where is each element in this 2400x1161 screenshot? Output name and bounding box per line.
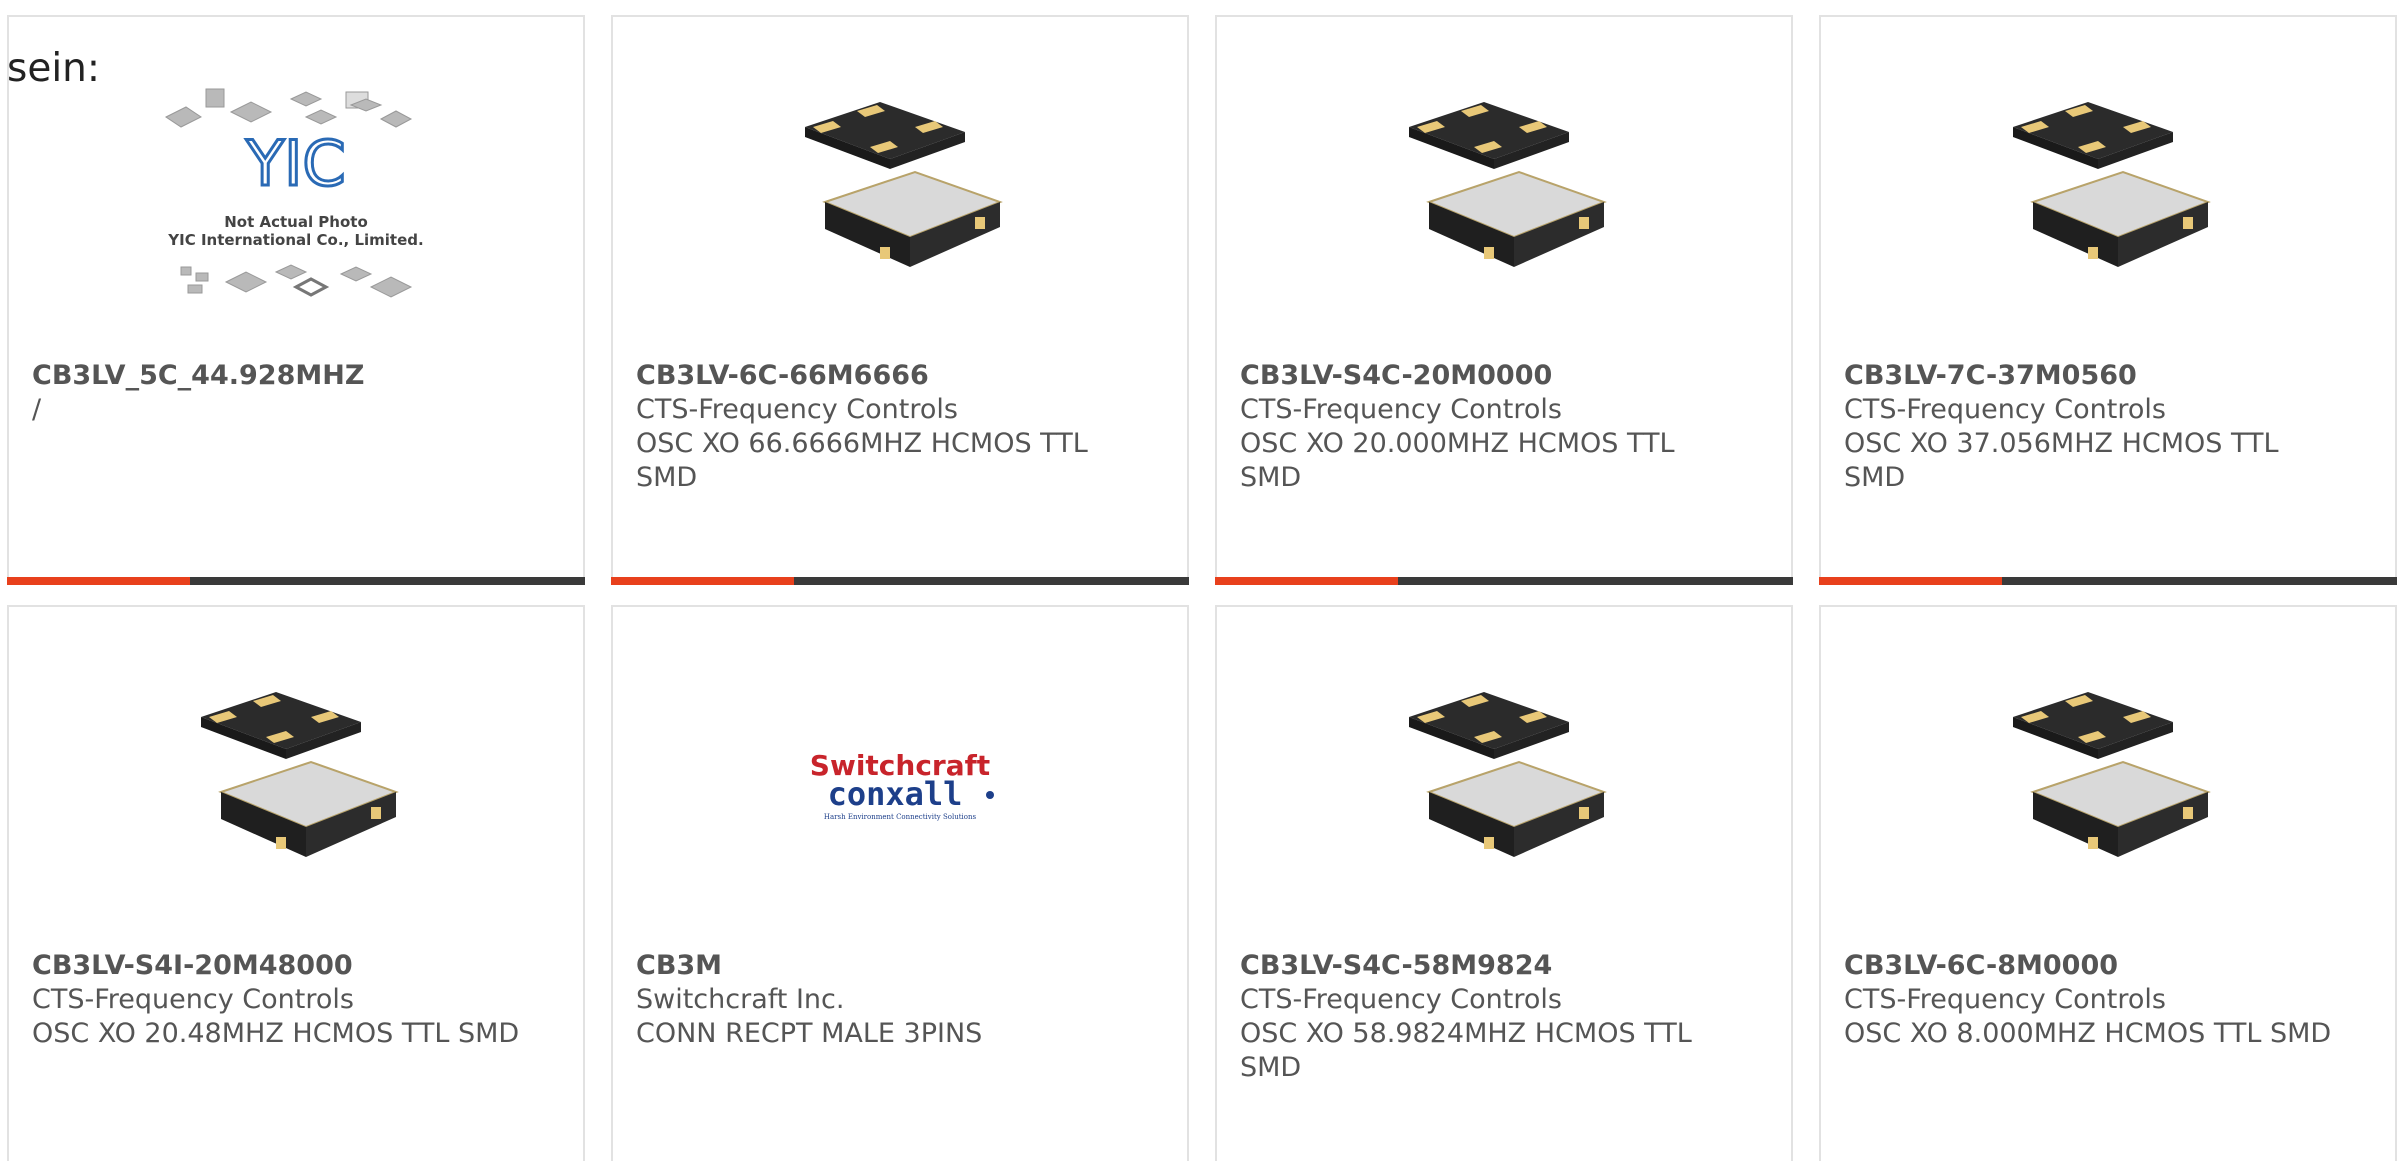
oscillator-chip-icon — [1409, 692, 1607, 857]
part-number[interactable]: CB3M — [636, 949, 1136, 983]
part-number[interactable]: CB3LV_5C_44.928MHZ — [32, 359, 532, 393]
part-number[interactable]: CB3LV-S4I-20M48000 — [32, 949, 532, 983]
manufacturer: CTS-Frequency Controls — [1240, 984, 1562, 1015]
part-number[interactable]: CB3LV-7C-37M0560 — [1844, 359, 2344, 393]
manufacturer: CTS-Frequency Controls — [1844, 394, 2166, 425]
manufacturer: CTS-Frequency Controls — [1240, 394, 1562, 425]
product-info: CB3LV_5C_44.928MHZ / — [32, 359, 532, 427]
product-image[interactable]: YIC Not Actual Photo YIC International C… — [9, 87, 583, 307]
product-info: CB3M Switchcraft Inc. CONN RECPT MALE 3P… — [636, 949, 1136, 1051]
product-info: CB3LV-S4C-20M0000 CTS-Frequency Controls… — [1240, 359, 1740, 495]
product-card[interactable]: CB3LV-6C-66M6666 CTS-Frequency Controls … — [611, 15, 1189, 585]
product-image[interactable] — [1217, 677, 1791, 897]
product-image[interactable] — [9, 677, 583, 897]
product-info: CB3LV-6C-8M0000 CTS-Frequency Controls O… — [1844, 949, 2344, 1051]
overlay-text: sein: — [7, 46, 101, 91]
product-image[interactable] — [1821, 87, 2395, 307]
part-number[interactable]: CB3LV-6C-8M0000 — [1844, 949, 2344, 983]
product-card[interactable]: CB3LV-S4I-20M48000 CTS-Frequency Control… — [7, 605, 585, 1161]
product-image[interactable] — [1821, 677, 2395, 897]
part-number[interactable]: CB3LV-S4C-58M9824 — [1240, 949, 1740, 983]
description: CONN RECPT MALE 3PINS — [636, 1018, 983, 1049]
oscillator-chip-icon — [805, 102, 1003, 267]
product-card[interactable]: CB3LV-7C-37M0560 CTS-Frequency Controls … — [1819, 15, 2397, 585]
description: OSC XO 8.000MHZ HCMOS TTL SMD — [1844, 1018, 2332, 1049]
card-bottom-bar — [1215, 577, 1793, 585]
manufacturer: CTS-Frequency Controls — [32, 984, 354, 1015]
card-bottom-bar — [1819, 577, 2397, 585]
product-info: CB3LV-6C-66M6666 CTS-Frequency Controls … — [636, 359, 1136, 495]
manufacturer: Switchcraft Inc. — [636, 984, 845, 1015]
oscillator-chip-icon — [2013, 692, 2211, 857]
product-image[interactable] — [613, 87, 1187, 307]
oscillator-chip-icon — [201, 692, 399, 857]
description: OSC XO 37.056MHZ HCMOS TTL SMD — [1844, 428, 2279, 493]
part-number[interactable]: CB3LV-S4C-20M0000 — [1240, 359, 1740, 393]
product-info: CB3LV-7C-37M0560 CTS-Frequency Controls … — [1844, 359, 2344, 495]
product-grid-page: sein: YIC Not Actual Photo YIC Internati… — [0, 0, 2400, 1161]
switchcraft-logo-icon: Switchcraft conxall Harsh Environment Co… — [810, 749, 994, 821]
product-image[interactable]: Switchcraft conxall Harsh Environment Co… — [613, 677, 1187, 897]
manufacturer: CTS-Frequency Controls — [636, 394, 958, 425]
product-info: CB3LV-S4C-58M9824 CTS-Frequency Controls… — [1240, 949, 1740, 1085]
part-number[interactable]: CB3LV-6C-66M6666 — [636, 359, 1136, 393]
yic-logo: YIC — [245, 127, 345, 200]
svg-text:YIC International Co., Limited: YIC International Co., Limited. — [167, 231, 423, 249]
product-image[interactable] — [1217, 87, 1791, 307]
svg-text:conxall: conxall — [828, 775, 963, 813]
svg-text:Harsh Environment Connectivity: Harsh Environment Connectivity Solutions — [824, 813, 977, 821]
description: OSC XO 58.9824MHZ HCMOS TTL SMD — [1240, 1018, 1692, 1083]
card-bottom-bar — [611, 577, 1189, 585]
card-bottom-bar — [7, 577, 585, 585]
product-card[interactable]: YIC Not Actual Photo YIC International C… — [7, 15, 585, 585]
manufacturer: / — [32, 394, 42, 425]
manufacturer: CTS-Frequency Controls — [1844, 984, 2166, 1015]
product-card[interactable]: CB3LV-6C-8M0000 CTS-Frequency Controls O… — [1819, 605, 2397, 1161]
product-card[interactable]: CB3LV-S4C-58M9824 CTS-Frequency Controls… — [1215, 605, 1793, 1161]
description: OSC XO 20.000MHZ HCMOS TTL SMD — [1240, 428, 1675, 493]
product-card[interactable]: Switchcraft conxall Harsh Environment Co… — [611, 605, 1189, 1161]
description: OSC XO 20.48MHZ HCMOS TTL SMD — [32, 1018, 520, 1049]
placeholder-photo-icon: YIC Not Actual Photo YIC International C… — [165, 88, 424, 298]
oscillator-chip-icon — [1409, 102, 1607, 267]
svg-text:Not Actual Photo: Not Actual Photo — [224, 213, 368, 231]
oscillator-chip-icon — [2013, 102, 2211, 267]
description: OSC XO 66.6666MHZ HCMOS TTL SMD — [636, 428, 1088, 493]
product-info: CB3LV-S4I-20M48000 CTS-Frequency Control… — [32, 949, 532, 1051]
product-card[interactable]: CB3LV-S4C-20M0000 CTS-Frequency Controls… — [1215, 15, 1793, 585]
